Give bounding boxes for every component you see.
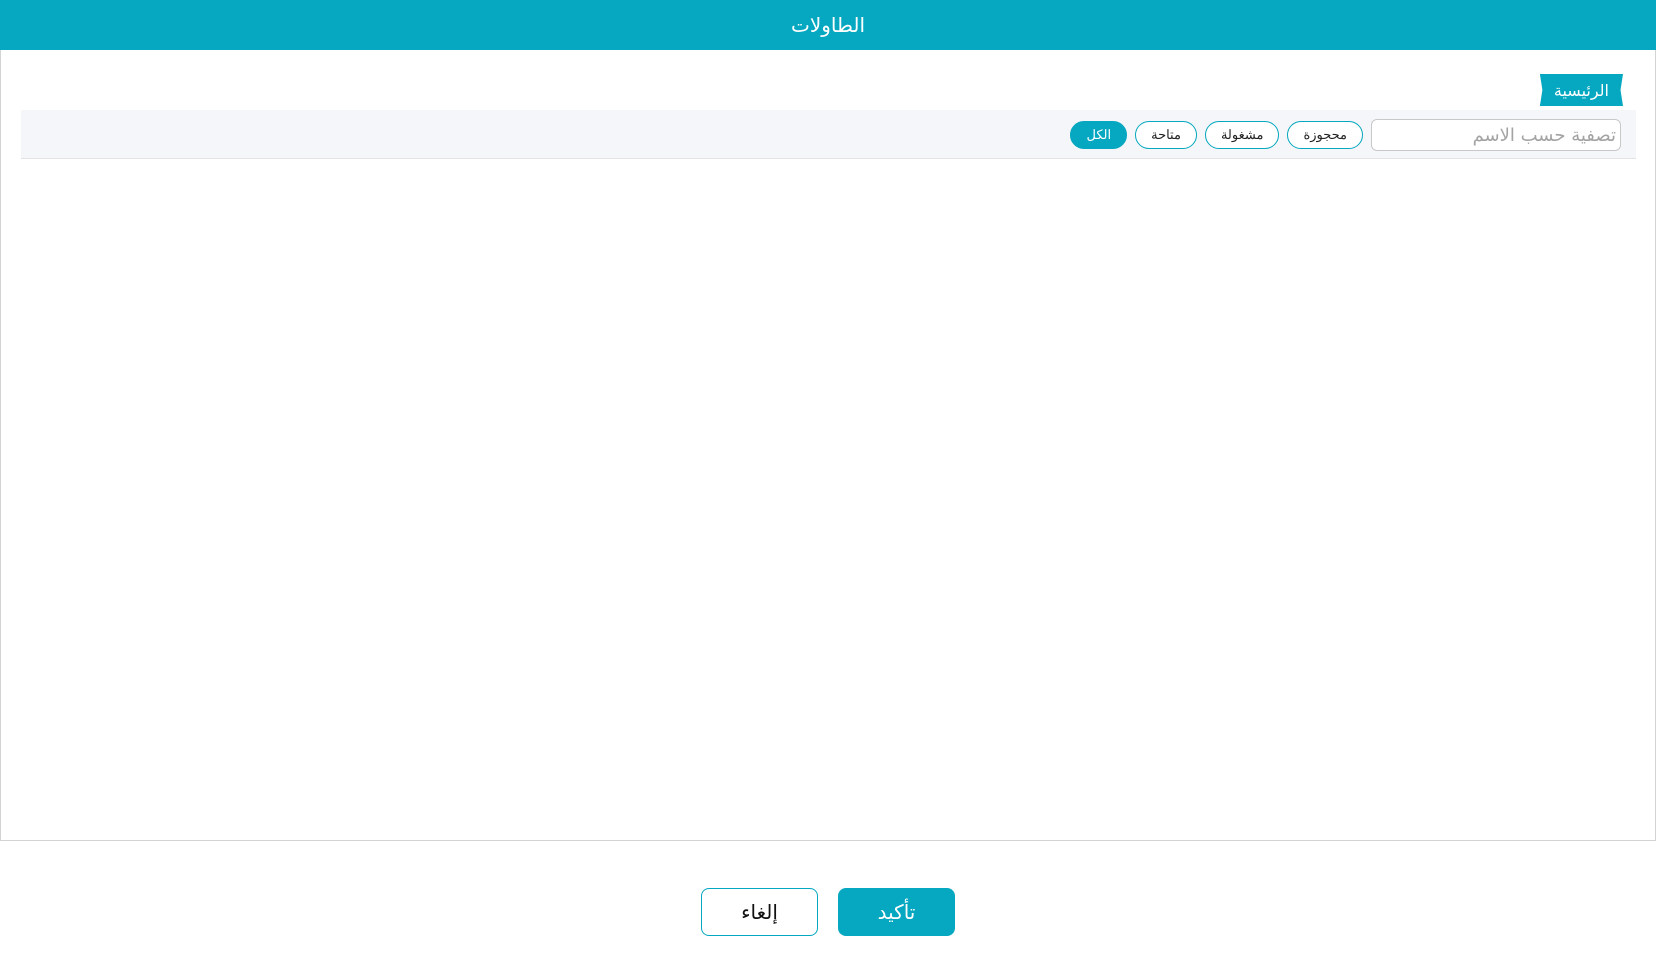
filter-occupied-chip[interactable]: مشغولة <box>1204 121 1280 149</box>
filter-bar: الكل متاحة مشغولة محجوزة <box>21 110 1636 159</box>
confirm-button[interactable]: تأكيد <box>838 888 955 936</box>
cancel-button[interactable]: إلغاء <box>701 888 818 936</box>
filter-all-chip[interactable]: الكل <box>1070 121 1128 149</box>
filter-available-chip[interactable]: متاحة <box>1135 121 1197 149</box>
breadcrumb-home-label: الرئيسية <box>1553 80 1609 100</box>
tables-panel: الرئيسية الكل متاحة مشغولة محجوزة <box>0 50 1656 841</box>
breadcrumb-home[interactable]: الرئيسية <box>1539 74 1623 106</box>
filter-reserved-chip[interactable]: محجوزة <box>1287 121 1363 149</box>
dialog-footer: تأكيد إلغاء <box>0 888 1656 936</box>
page-title: الطاولات <box>790 13 866 37</box>
header-bar: الطاولات <box>0 0 1656 50</box>
name-filter-input[interactable] <box>1371 119 1621 151</box>
status-filters: الكل متاحة مشغولة محجوزة <box>1070 119 1621 151</box>
tables-grid <box>21 160 1636 830</box>
